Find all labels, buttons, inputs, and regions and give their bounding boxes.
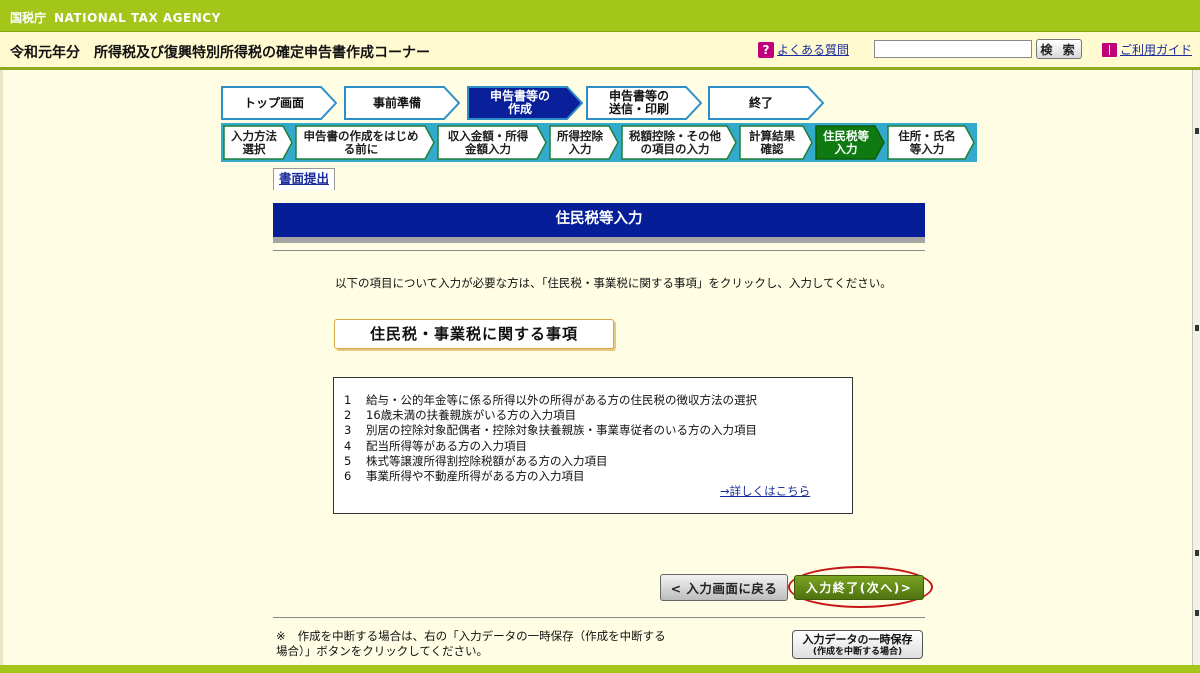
section-title-shadow <box>273 237 925 243</box>
temp-save-label: 入力データの一時保存 <box>802 632 913 646</box>
temp-save-sublabel: (作成を中断する場合) <box>812 646 903 657</box>
tax-year: 令和元年分 <box>10 45 80 61</box>
step-create: 申告書等の 作成 <box>467 86 583 120</box>
substep-label: 税額控除・その他 の項目の入力 <box>629 128 721 156</box>
left-window-edge <box>0 70 3 673</box>
faq-link-group[interactable]: ? よくある質問 <box>758 41 849 58</box>
divider <box>273 250 925 251</box>
substep-label: 収入金額・所得 金額入力 <box>447 128 529 156</box>
substep-label: 入力方法 選択 <box>231 128 277 156</box>
substep-label: 計算結果 確認 <box>749 128 795 156</box>
step-label: 申告書等の 送信・印刷 <box>608 89 669 116</box>
agency-name-en: NATIONAL TAX AGENCY <box>54 11 221 25</box>
divider <box>273 617 925 618</box>
substep-resident-tax: 住民税等 入力 <box>815 125 885 160</box>
substep-label: 住民税等 入力 <box>823 128 869 156</box>
info-list: 1 給与・公的年金等に係る所得以外の所得がある方の住民税の徴収方法の選択 2 16歳… <box>344 393 757 484</box>
intro-text: 以下の項目について入力が必要な方は、「住民税・事業税に関する事項」をクリックし、… <box>335 276 892 290</box>
note-text: 作成を中断する場合は、右の「入力データの一時保存（作成を中断する場合）」ボタンを… <box>276 629 666 658</box>
list-item: 5 株式等譲渡所得割控除税額がある方の入力項目 <box>344 453 608 468</box>
details-link[interactable]: →詳しくはこちら <box>720 483 810 499</box>
step-top: トップ画面 <box>221 86 337 120</box>
right-window-edge <box>1192 70 1200 673</box>
edge-mark <box>1195 610 1199 616</box>
step-prep: 事前準備 <box>344 86 460 120</box>
substep-tax-credits: 税額控除・その他 の項目の入力 <box>621 125 737 160</box>
section-title: 住民税等入力 <box>273 203 925 237</box>
guide-link-group[interactable]: ご利用ガイド <box>1102 41 1192 58</box>
list-item: 1 給与・公的年金等に係る所得以外の所得がある方の住民税の徴収方法の選択 <box>344 393 757 407</box>
resident-tax-matters-button[interactable]: 住民税・事業税に関する事項 <box>334 319 614 349</box>
list-item: 4 配当所得等がある方の入力項目 <box>344 438 527 453</box>
agency-bar: 国税庁 NATIONAL TAX AGENCY <box>0 0 1200 32</box>
main-progress-steps: トップ画面 事前準備 申告書等の 作成 申告書等の 送信・印刷 終了 <box>221 86 841 120</box>
substep-label: 申告書の作成をはじめ る前に <box>303 128 419 156</box>
temp-save-button[interactable]: 入力データの一時保存 (作成を中断する場合) <box>792 630 923 659</box>
search-button[interactable]: 検 索 <box>1036 39 1082 59</box>
step-send-print: 申告書等の 送信・印刷 <box>586 86 702 120</box>
substep-method: 入力方法 選択 <box>223 125 293 160</box>
note-mark: ※ <box>276 629 286 643</box>
list-item: 6 事業所得や不動産所得がある方の入力項目 <box>344 469 585 484</box>
agency-name-jp: 国税庁 <box>10 11 47 25</box>
search-input[interactable] <box>874 40 1032 58</box>
substep-address-name: 住所・氏名 等入力 <box>887 125 975 160</box>
substep-results: 計算結果 確認 <box>739 125 813 160</box>
substep-before-start: 申告書の作成をはじめ る前に <box>295 125 435 160</box>
step-label: 終了 <box>748 95 773 110</box>
info-box: 1 給与・公的年金等に係る所得以外の所得がある方の住民税の徴収方法の選択 2 16歳… <box>333 377 853 514</box>
list-item: 2 16歳未満の扶養親族がいる方の入力項目 <box>344 408 577 423</box>
list-item: 3 別居の控除対象配偶者・控除対象扶養親族・事業専従者のいる方の入力項目 <box>344 423 757 438</box>
faq-link[interactable]: よくある質問 <box>777 41 849 58</box>
finish-input-next-button[interactable]: 入力終了(次へ)> <box>794 575 924 600</box>
substep-income: 収入金額・所得 金額入力 <box>437 125 547 160</box>
substep-label: 住所・氏名 等入力 <box>898 128 956 156</box>
substep-deductions: 所得控除 入力 <box>549 125 619 160</box>
step-label: 事前準備 <box>372 95 421 110</box>
substep-label: 所得控除 入力 <box>557 128 603 156</box>
page-title: 令和元年分 所得税及び復興特別所得税の確定申告書作成コーナー <box>10 42 430 62</box>
back-to-input-button[interactable]: < 入力画面に戻る <box>660 574 788 601</box>
book-icon[interactable] <box>1102 42 1117 57</box>
guide-link[interactable]: ご利用ガイド <box>1120 41 1192 58</box>
edge-mark <box>1195 128 1199 134</box>
step-finish: 終了 <box>708 86 824 120</box>
edge-mark <box>1195 325 1199 331</box>
page-bottom-bar <box>0 665 1200 673</box>
question-icon[interactable]: ? <box>758 41 774 58</box>
title-bar: 令和元年分 所得税及び復興特別所得税の確定申告書作成コーナー ? よくある質問 検… <box>0 32 1200 70</box>
suspend-note: ※ 作成を中断する場合は、右の「入力データの一時保存（作成を中断する場合）」ボタン… <box>276 629 676 659</box>
paper-submission-tab[interactable]: 書面提出 <box>273 168 335 190</box>
step-label: トップ画面 <box>243 95 304 110</box>
edge-mark <box>1195 550 1199 556</box>
sub-progress-steps: 入力方法 選択 申告書の作成をはじめ る前に 収入金額・所得 金額入力 所得控除… <box>221 123 977 162</box>
corner-title: 所得税及び復興特別所得税の確定申告書作成コーナー <box>94 45 430 61</box>
step-label: 申告書等の 作成 <box>489 89 550 116</box>
